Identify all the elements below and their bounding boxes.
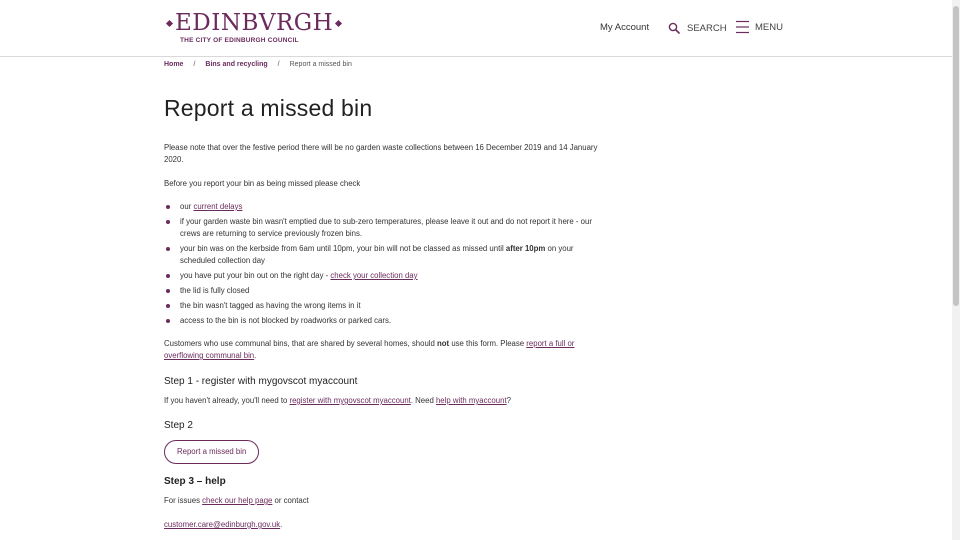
diamond-icon: [335, 19, 343, 27]
breadcrumb-separator: /: [193, 61, 196, 68]
my-account-link[interactable]: My Account: [600, 22, 649, 33]
help-page-link[interactable]: check our help page: [202, 496, 272, 505]
notice-text: Customers who use communal bins, that ar…: [164, 339, 438, 348]
site-header: EDINBVRGH THE CITY OF EDINBURGH COUNCIL …: [0, 0, 952, 57]
list-item: our current delays: [164, 201, 604, 213]
step2-heading: Step 2: [164, 420, 193, 431]
current-delays-link[interactable]: current delays: [193, 202, 242, 211]
list-item-text: access to the bin is not blocked by road…: [180, 316, 392, 325]
bullet-icon: [166, 289, 170, 293]
contact-email-line: customer.care@edinburgh.gov.uk.: [164, 519, 604, 531]
list-item-text: the bin wasn't tagged as having the wron…: [180, 301, 361, 310]
before-check-text: Before you report your bin as being miss…: [164, 179, 361, 188]
bullet-icon: [166, 304, 170, 308]
help-myaccount-link[interactable]: help with myaccount: [436, 396, 507, 405]
list-item: you have put your bin out on the right d…: [164, 270, 604, 282]
step3-text-part: or contact: [272, 496, 309, 505]
step1-text-part: ?: [506, 396, 511, 405]
bullet-icon: [166, 319, 170, 323]
logo-wordmark: EDINBVRGH: [164, 10, 344, 36]
hamburger-menu-icon: [736, 20, 749, 34]
email-punctuation: .: [280, 520, 283, 529]
list-item-text: if your garden waste bin wasn't emptied …: [180, 217, 592, 238]
logo-main-text: EDINBVRGH: [175, 10, 334, 36]
bullet-icon: [166, 274, 170, 278]
search-icon: [668, 22, 680, 34]
breadcrumb-current: Report a missed bin: [289, 61, 352, 68]
menu-label: MENU: [755, 21, 783, 33]
main-content: Please note that over the festive period…: [164, 142, 604, 531]
scrollbar-thumb[interactable]: [953, 6, 959, 306]
register-myaccount-link[interactable]: register with mygovscot myaccount: [290, 396, 411, 405]
breadcrumb-bins-link[interactable]: Bins and recycling: [205, 61, 267, 68]
breadcrumb-home-link[interactable]: Home: [164, 61, 183, 68]
emphasis-text: not: [437, 339, 450, 348]
check-list: our current delays if your garden waste …: [164, 201, 604, 327]
logo-subtitle: THE CITY OF EDINBURGH COUNCIL: [180, 37, 299, 44]
step1-heading: Step 1 - register with mygovscot myaccou…: [164, 376, 358, 387]
breadcrumb: Home / Bins and recycling / Report a mis…: [164, 61, 352, 68]
diamond-icon: [165, 19, 174, 27]
check-collection-day-link[interactable]: check your collection day: [330, 271, 417, 280]
list-item: your bin was on the kerbside from 6am un…: [164, 243, 604, 267]
bullet-icon: [166, 247, 170, 251]
festive-notice: Please note that over the festive period…: [164, 143, 598, 164]
step3-heading: Step 3 – help: [164, 476, 226, 487]
step1-text-part: If you haven't already, you'll need to: [164, 396, 290, 405]
breadcrumb-separator: /: [277, 61, 280, 68]
step3-text-part: For issues: [164, 496, 203, 505]
edinburgh-council-logo[interactable]: EDINBVRGH THE CITY OF EDINBURGH COUNCIL: [164, 10, 344, 44]
list-item-text: the lid is fully closed: [180, 286, 250, 295]
page-title: Report a missed bin: [164, 95, 373, 121]
list-item: the bin wasn't tagged as having the wron…: [164, 300, 604, 312]
list-item: the lid is fully closed: [164, 285, 604, 297]
step1-text-part: . Need: [410, 396, 436, 405]
notice-text: use this form. Please: [449, 339, 527, 348]
bullet-icon: [166, 220, 170, 224]
emphasis-text: after 10pm: [505, 244, 546, 253]
customer-care-email-link[interactable]: customer.care@edinburgh.gov.uk: [164, 520, 280, 529]
notice-text: .: [254, 351, 257, 360]
list-item: access to the bin is not blocked by road…: [164, 315, 604, 327]
list-item-text: our: [180, 202, 194, 211]
report-missed-bin-button[interactable]: Report a missed bin: [164, 440, 260, 464]
vertical-scrollbar[interactable]: [952, 0, 960, 540]
list-item-text: you have put your bin out on the right d…: [180, 271, 331, 280]
list-item-text: your bin was on the kerbside from 6am un…: [180, 244, 506, 253]
communal-bins-notice: Customers who use communal bins, that ar…: [164, 338, 604, 362]
search-button[interactable]: SEARCH: [668, 22, 727, 34]
menu-button[interactable]: MENU: [736, 20, 783, 34]
step1-text: If you haven't already, you'll need to r…: [164, 395, 604, 407]
bullet-icon: [166, 205, 170, 209]
search-label: SEARCH: [687, 22, 727, 34]
list-item: if your garden waste bin wasn't emptied …: [164, 216, 604, 240]
step3-text: For issues check our help page or contac…: [164, 495, 604, 507]
